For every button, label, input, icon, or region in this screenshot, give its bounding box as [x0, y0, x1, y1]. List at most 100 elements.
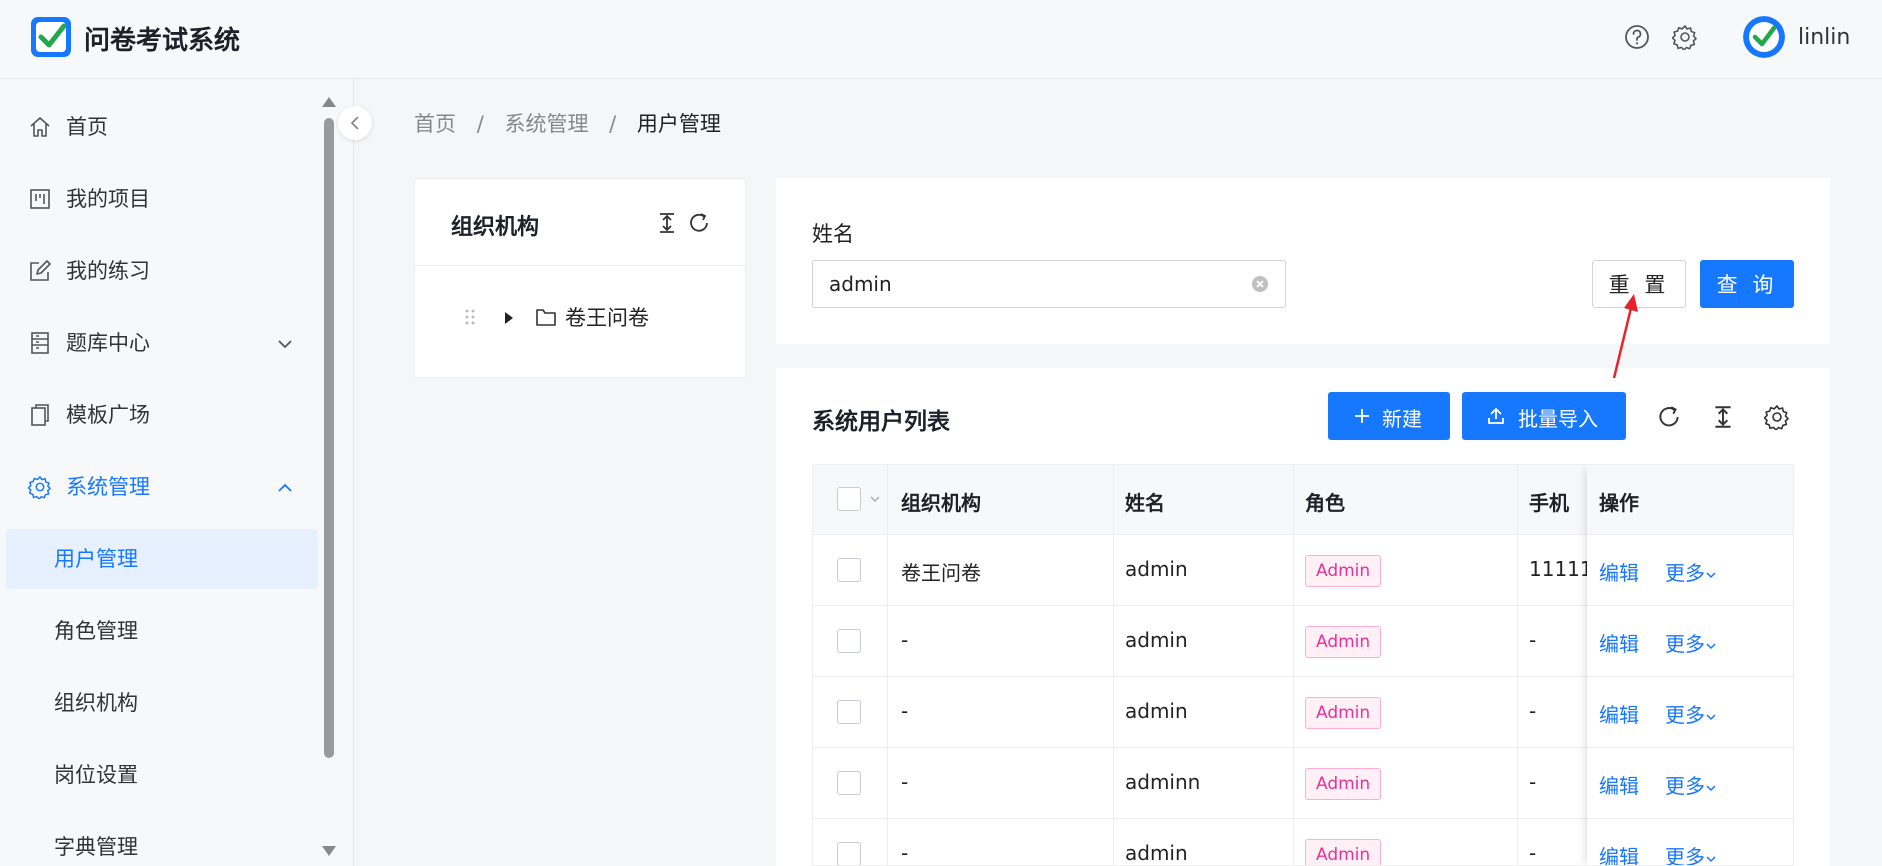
select-all-checkbox[interactable] — [837, 487, 861, 511]
column-header-org[interactable]: 组织机构 — [901, 487, 981, 516]
edit-link[interactable]: 编辑 — [1599, 557, 1639, 586]
refresh-icon[interactable] — [687, 211, 711, 235]
chevron-down-icon[interactable] — [869, 493, 881, 505]
cell-name: admin — [1125, 557, 1188, 581]
row-checkbox[interactable] — [837, 842, 861, 865]
row-checkbox[interactable] — [837, 629, 861, 653]
app-header: 问卷考试系统 linlin — [0, 0, 1882, 79]
name-search-input[interactable] — [812, 260, 1286, 308]
more-dropdown[interactable]: 更多 — [1665, 699, 1717, 728]
chevron-down-icon — [1706, 855, 1716, 862]
chevron-left-icon — [350, 116, 359, 130]
sidebar-item-label: 模板广场 — [66, 403, 150, 427]
sidebar-item-practice[interactable]: 我的练习 — [0, 241, 320, 301]
column-settings-icon[interactable] — [1764, 404, 1790, 430]
breadcrumb-system[interactable]: 系统管理 — [504, 112, 588, 136]
sidebar-item-label: 岗位设置 — [54, 763, 138, 787]
sidebar-collapse-button[interactable] — [338, 106, 372, 140]
divider — [415, 265, 745, 266]
table-title: 系统用户列表 — [812, 409, 950, 435]
caret-right-icon[interactable] — [505, 312, 513, 324]
plus-icon — [1355, 409, 1369, 423]
sidebar-item-label: 题库中心 — [66, 331, 150, 355]
refresh-icon[interactable] — [1656, 404, 1682, 430]
actions-cell: 编辑 更多 — [1587, 819, 1793, 865]
cell-org: - — [901, 770, 909, 794]
help-icon[interactable] — [1624, 24, 1650, 50]
sidebar-scrollbar[interactable] — [324, 118, 334, 758]
edit-link[interactable]: 编辑 — [1599, 841, 1639, 865]
sidebar-menu: 首页 我的项目 我的练习 题库中心 模板广场 系统管理 用户管理 角色管理 组织… — [0, 79, 354, 866]
row-checkbox[interactable] — [837, 700, 861, 724]
expand-collapse-icon[interactable] — [655, 211, 679, 235]
row-checkbox[interactable] — [837, 771, 861, 795]
app-logo-icon — [31, 17, 71, 57]
sidebar-item-projects[interactable]: 我的项目 — [0, 169, 320, 229]
batch-import-button[interactable]: 批量导入 — [1462, 392, 1626, 440]
username[interactable]: linlin — [1798, 25, 1850, 50]
sidebar-item-dictionary[interactable]: 字典管理 — [6, 817, 318, 866]
breadcrumb-current: 用户管理 — [636, 112, 721, 136]
more-label: 更多 — [1665, 703, 1705, 727]
app-title: 问卷考试系统 — [84, 26, 241, 56]
row-checkbox[interactable] — [837, 558, 861, 582]
more-dropdown[interactable]: 更多 — [1665, 841, 1717, 865]
sidebar-item-role-management[interactable]: 角色管理 — [6, 601, 318, 661]
breadcrumb-home[interactable]: 首页 — [414, 112, 456, 136]
sidebar-item-question-bank[interactable]: 题库中心 — [0, 313, 320, 373]
more-dropdown[interactable]: 更多 — [1665, 628, 1717, 657]
role-tag: Admin — [1305, 697, 1382, 729]
edit-link[interactable]: 编辑 — [1599, 770, 1639, 799]
chevron-down-icon — [278, 340, 292, 349]
cell-phone: - — [1529, 699, 1537, 723]
new-button[interactable]: 新建 — [1328, 392, 1450, 440]
more-dropdown[interactable]: 更多 — [1665, 557, 1717, 586]
drag-handle-icon[interactable] — [463, 307, 477, 327]
actions-cell: 编辑 更多 — [1587, 535, 1793, 606]
more-dropdown[interactable]: 更多 — [1665, 770, 1717, 799]
cell-name: admin — [1125, 699, 1188, 723]
cell-org: - — [901, 841, 909, 865]
scroll-up-arrow[interactable] — [322, 97, 336, 107]
sidebar-item-system[interactable]: 系统管理 — [0, 457, 320, 517]
home-icon — [30, 117, 50, 137]
sidebar-item-templates[interactable]: 模板广场 — [0, 385, 320, 445]
sidebar-item-label: 系统管理 — [66, 475, 150, 499]
cell-phone: - — [1529, 770, 1537, 794]
sidebar-item-positions[interactable]: 岗位设置 — [6, 745, 318, 805]
breadcrumb-separator: / — [609, 112, 617, 136]
project-icon — [30, 189, 50, 209]
cell-name: admin — [1125, 628, 1188, 652]
actions-column-header: 操作 — [1587, 465, 1793, 535]
scroll-down-arrow[interactable] — [322, 846, 336, 856]
sidebar-item-label: 角色管理 — [54, 619, 138, 643]
clear-icon[interactable] — [1250, 274, 1270, 294]
gear-icon[interactable] — [1672, 24, 1698, 50]
sidebar-item-label: 首页 — [66, 115, 108, 139]
role-tag: Admin — [1305, 768, 1382, 800]
edit-link[interactable]: 编辑 — [1599, 699, 1639, 728]
density-icon[interactable] — [1710, 404, 1736, 430]
column-header-actions: 操作 — [1599, 491, 1639, 515]
gear-icon — [28, 476, 51, 499]
cell-org: - — [901, 628, 909, 652]
column-header-role[interactable]: 角色 — [1305, 487, 1345, 516]
sidebar-item-label: 用户管理 — [54, 547, 138, 571]
avatar[interactable] — [1743, 16, 1785, 58]
chevron-down-icon — [1706, 784, 1716, 791]
actions-cell: 编辑 更多 — [1587, 606, 1793, 677]
tree-node[interactable]: 卷王问卷 — [463, 299, 723, 335]
user-list-panel: 系统用户列表 新建 批量导入 组织机构 姓名 角色 手机 卷王问卷 admin … — [776, 368, 1830, 866]
sidebar-item-home[interactable]: 首页 — [0, 97, 320, 157]
query-button[interactable]: 查 询 — [1700, 260, 1794, 308]
edit-icon — [30, 260, 51, 281]
actions-column: 操作 编辑 更多 编辑 更多 编辑 更多 编辑 更多 编辑 更多 — [1587, 465, 1793, 865]
column-header-phone[interactable]: 手机 — [1529, 487, 1569, 516]
breadcrumb-separator: / — [476, 112, 484, 136]
cell-org: 卷王问卷 — [901, 561, 981, 585]
cell-phone: 11111 — [1529, 557, 1593, 581]
sidebar-item-user-management[interactable]: 用户管理 — [6, 529, 318, 589]
column-header-name[interactable]: 姓名 — [1125, 487, 1165, 516]
sidebar-item-organization[interactable]: 组织机构 — [6, 673, 318, 733]
edit-link[interactable]: 编辑 — [1599, 628, 1639, 657]
